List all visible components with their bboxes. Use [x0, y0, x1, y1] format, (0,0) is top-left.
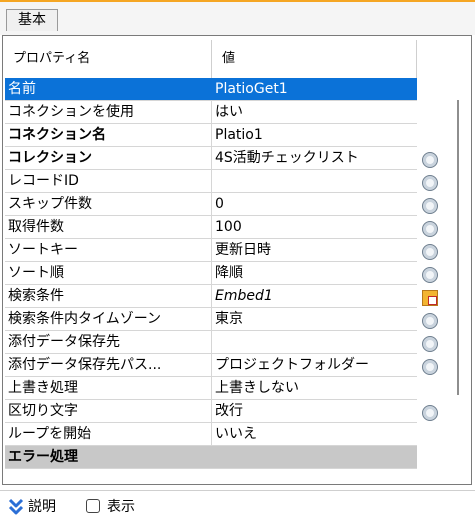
property-value-cell[interactable]: はい — [212, 101, 417, 123]
section-error-handling[interactable]: エラー処理 — [5, 446, 417, 469]
show-label[interactable]: 表示 — [107, 498, 135, 516]
section-label: エラー処理 — [8, 449, 78, 465]
row-attachment-path[interactable]: 添付データ保存先パス... プロジェクトフォルダー — [5, 354, 417, 377]
attachment-path-picker-icon[interactable] — [422, 359, 438, 375]
property-value-cell[interactable]: 上書きしない — [212, 377, 417, 399]
embed-editor-icon[interactable] — [422, 290, 438, 306]
timezone-picker-icon[interactable] — [422, 313, 438, 329]
property-name-cell: 検索条件内タイムゾーン — [5, 308, 212, 330]
property-value-cell[interactable]: 0 — [212, 193, 417, 215]
vertical-scrollbar[interactable] — [448, 100, 468, 480]
skip-count-picker-icon[interactable] — [422, 198, 438, 214]
property-name-cell: 名前 — [5, 78, 212, 100]
description-bar: 説明 表示 — [0, 490, 475, 525]
property-name-cell: コネクション名 — [5, 124, 212, 146]
property-value-cell[interactable] — [212, 331, 417, 353]
property-name-cell: 区切り文字 — [5, 400, 212, 422]
property-name-cell: 取得件数 — [5, 216, 212, 238]
property-value-cell[interactable]: PlatioGet1 — [212, 78, 417, 100]
row-search-timezone[interactable]: 検索条件内タイムゾーン 東京 — [5, 308, 417, 331]
property-name-cell: コレクション — [5, 147, 212, 169]
sort-key-picker-icon[interactable] — [422, 244, 438, 260]
property-name-cell: ソート順 — [5, 262, 212, 284]
property-value-cell[interactable]: 改行 — [212, 400, 417, 422]
record-id-picker-icon[interactable] — [422, 175, 438, 191]
grid-header: プロパティ名 値 — [5, 40, 417, 78]
row-start-loop[interactable]: ループを開始 いいえ — [5, 423, 417, 446]
row-sort-order[interactable]: ソート順 降順 — [5, 262, 417, 285]
row-connection-name[interactable]: コネクション名 Platio1 — [5, 124, 417, 147]
property-name-cell: 添付データ保存先パス... — [5, 354, 212, 376]
property-value-cell[interactable]: Platio1 — [212, 124, 417, 146]
property-name-cell: レコードID — [5, 170, 212, 192]
collection-picker-icon[interactable] — [422, 152, 438, 168]
show-checkbox[interactable] — [86, 499, 100, 513]
property-value-cell[interactable]: Embed1 — [212, 285, 417, 307]
property-value-cell[interactable]: 降順 — [212, 262, 417, 284]
row-collection[interactable]: コレクション 4S活動チェックリスト — [5, 147, 417, 170]
property-name-cell: 添付データ保存先 — [5, 331, 212, 353]
button-column — [417, 40, 443, 485]
row-skip-count[interactable]: スキップ件数 0 — [5, 193, 417, 216]
row-overwrite[interactable]: 上書き処理 上書きしない — [5, 377, 417, 400]
property-name-cell: 検索条件 — [5, 285, 212, 307]
property-value-cell[interactable]: プロジェクトフォルダー — [212, 354, 417, 376]
property-value-cell[interactable]: 更新日時 — [212, 239, 417, 261]
property-value-cell[interactable] — [212, 170, 417, 192]
property-value-cell[interactable]: 東京 — [212, 308, 417, 330]
property-name-cell: スキップ件数 — [5, 193, 212, 215]
property-name-cell: コネクションを使用 — [5, 101, 212, 123]
property-name-cell: ループを開始 — [5, 423, 212, 445]
header-property-name: プロパティ名 — [5, 40, 212, 78]
header-value: 値 — [212, 40, 417, 78]
property-value-cell[interactable]: いいえ — [212, 423, 417, 445]
description-label[interactable]: 説明 — [28, 498, 56, 516]
property-value-cell[interactable]: 4S活動チェックリスト — [212, 147, 417, 169]
row-fetch-count[interactable]: 取得件数 100 — [5, 216, 417, 239]
sort-order-picker-icon[interactable] — [422, 267, 438, 283]
tab-bar: 基本 — [0, 2, 475, 35]
double-chevron-down-icon[interactable] — [8, 498, 24, 516]
row-search-condition[interactable]: 検索条件 Embed1 — [5, 285, 417, 308]
delimiter-picker-icon[interactable] — [422, 405, 438, 421]
row-use-connection[interactable]: コネクションを使用 はい — [5, 101, 417, 124]
property-name-cell: ソートキー — [5, 239, 212, 261]
row-delimiter[interactable]: 区切り文字 改行 — [5, 400, 417, 423]
attachment-destination-picker-icon[interactable] — [422, 336, 438, 352]
row-record-id[interactable]: レコードID — [5, 170, 417, 193]
row-attachment-destination[interactable]: 添付データ保存先 — [5, 331, 417, 354]
tab-basic[interactable]: 基本 — [6, 9, 58, 31]
fetch-count-picker-icon[interactable] — [422, 221, 438, 237]
row-sort-key[interactable]: ソートキー 更新日時 — [5, 239, 417, 262]
scrollbar-track[interactable] — [457, 100, 459, 395]
row-name[interactable]: 名前 PlatioGet1 — [5, 78, 417, 101]
property-name-cell: 上書き処理 — [5, 377, 212, 399]
property-value-cell[interactable]: 100 — [212, 216, 417, 238]
